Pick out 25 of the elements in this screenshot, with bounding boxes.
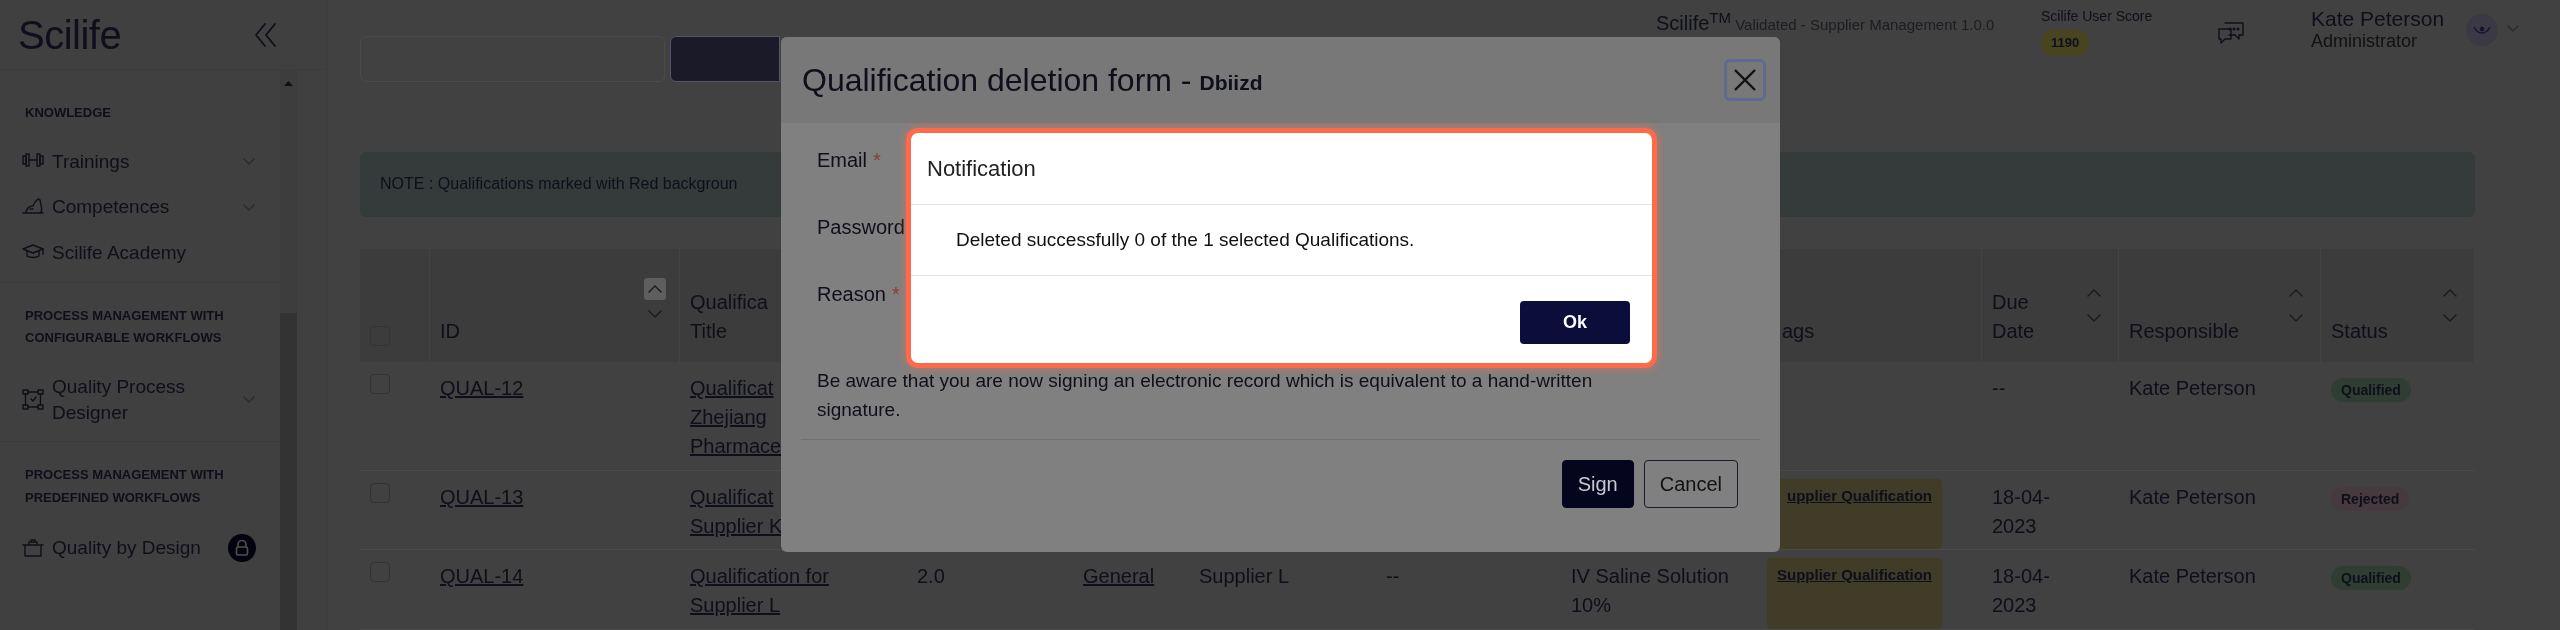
score-badge: 1190 <box>2041 30 2090 56</box>
avatar[interactable] <box>2466 14 2498 46</box>
sign-button[interactable]: Sign <box>1561 459 1634 508</box>
collapse-icon[interactable] <box>254 21 278 48</box>
dialog-subtitle: Dbiizd <box>1199 70 1263 97</box>
dialog-title: Qualification deletion form - <box>802 61 1192 100</box>
required-mark: * <box>873 148 881 173</box>
table-cell: -- <box>1386 565 1400 587</box>
notification-title: Notification <box>927 155 1036 183</box>
required-mark: * <box>891 282 900 307</box>
notification-message: Deleted successfully 0 of the 1 selected Qualifications. <box>956 227 1415 252</box>
table-cell-text: -- <box>1992 376 2006 401</box>
chat-icon[interactable] <box>2217 20 2245 46</box>
close-button[interactable] <box>1724 59 1766 101</box>
cancel-button[interactable]: Cancel <box>1643 459 1738 508</box>
pot-icon <box>22 537 44 559</box>
workflow-icon <box>22 389 44 411</box>
search-button[interactable] <box>670 36 780 82</box>
status-badge: Rejected <box>2331 487 2410 512</box>
close-icon <box>1733 68 1757 92</box>
ok-button[interactable]: Ok <box>1520 301 1630 344</box>
field-label: Reason <box>817 282 886 307</box>
warning-text: Be aware that you are now signing an electronic record which is equivalent to a hand-written signature. <box>817 369 1594 423</box>
field-label: Email <box>817 148 867 173</box>
field-label: Password <box>817 215 905 240</box>
